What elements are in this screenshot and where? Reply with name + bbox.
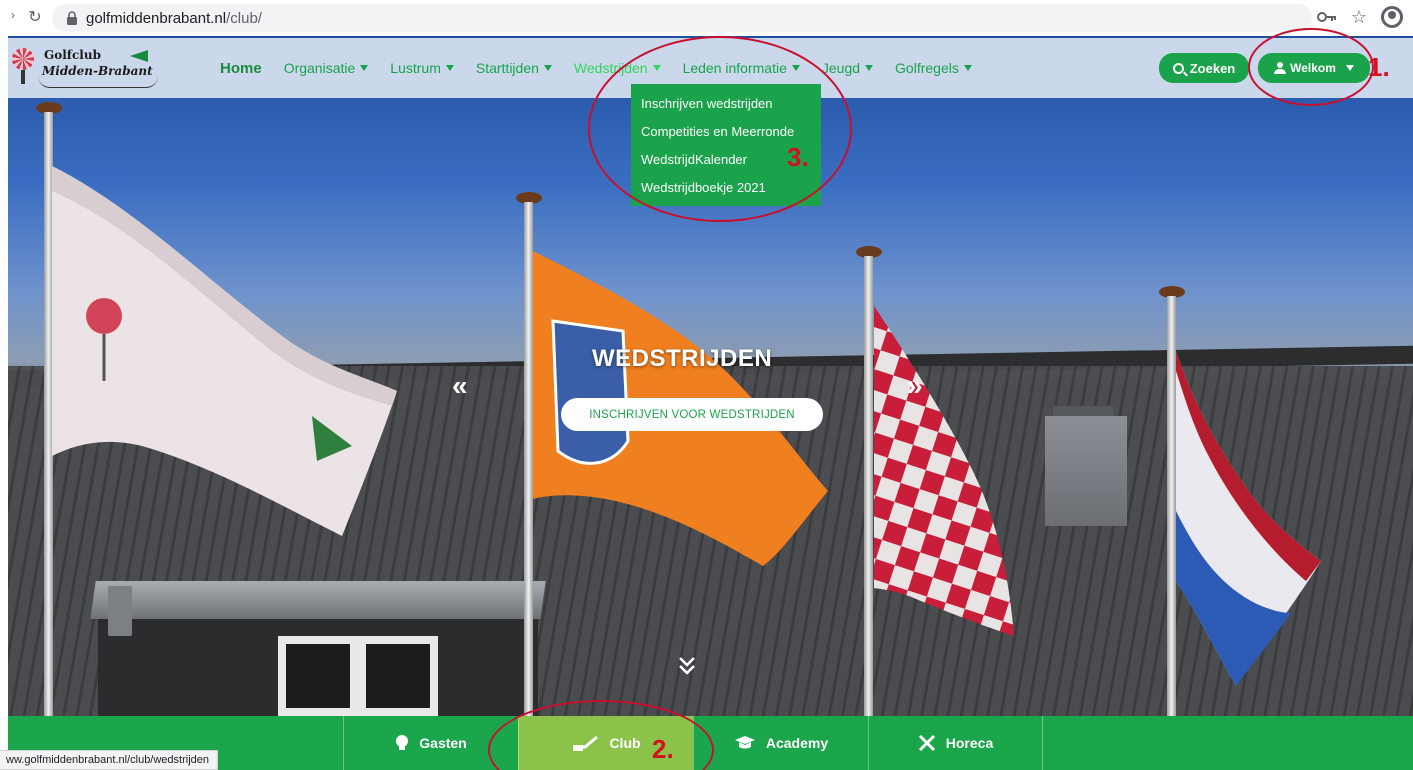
reload-icon[interactable]: ↻	[24, 7, 46, 27]
vent-pipe	[108, 586, 132, 636]
browser-toolbar: › ↻ golfmiddenbrabant.nl/club/ ☆	[0, 0, 1413, 36]
chimney	[1045, 416, 1127, 526]
site-logo[interactable]: Golfclub Midden-Brabant	[8, 42, 158, 92]
golf-tee-icon	[21, 70, 25, 84]
nav-home[interactable]: Home	[220, 60, 262, 77]
caret-down-icon	[963, 65, 972, 71]
annotation-number-2: 2.	[652, 734, 674, 764]
logo-swoosh	[38, 76, 158, 88]
club-flag	[52, 166, 397, 536]
logo-flag-icon	[130, 50, 148, 62]
profile-icon[interactable]	[1381, 6, 1403, 28]
flagpole	[524, 202, 533, 716]
star-icon[interactable]: ☆	[1351, 7, 1367, 28]
caret-down-icon	[360, 65, 369, 71]
scroll-down-icon[interactable]	[678, 656, 696, 676]
cutlery-icon	[918, 734, 935, 752]
annotation-number-1: 1.	[1368, 52, 1390, 82]
annotation-ellipse-1	[1248, 28, 1374, 106]
annotation-number-3: 3.	[787, 142, 809, 172]
hero-title: WEDSTRIJDEN	[592, 345, 773, 372]
carousel-next-icon[interactable]: »	[907, 370, 923, 402]
nav-jeugd[interactable]: Jeugd	[822, 60, 874, 76]
golf-ball-icon	[12, 48, 34, 70]
tab-label: Gasten	[419, 735, 467, 751]
caret-down-icon	[865, 65, 874, 71]
search-button-label: Zoeken	[1189, 60, 1236, 76]
address-bar[interactable]: golfmiddenbrabant.nl/club/	[52, 4, 1312, 32]
nav-starttijden[interactable]: Starttijden	[476, 60, 552, 76]
dutch-flag	[1176, 351, 1321, 686]
brabant-flag	[874, 306, 1014, 636]
search-button[interactable]: Zoeken	[1159, 53, 1249, 83]
flagpole	[864, 256, 873, 716]
tab-academy[interactable]: Academy	[693, 716, 868, 770]
annotation-ellipse-3	[588, 36, 852, 222]
url-text: golfmiddenbrabant.nl/club/	[86, 9, 262, 27]
dormer-window	[278, 636, 358, 716]
nav-organisatie[interactable]: Organisatie	[284, 60, 369, 76]
tab-label: Academy	[765, 735, 829, 751]
carousel-prev-icon[interactable]: «	[452, 370, 468, 402]
nav-lustrum[interactable]: Lustrum	[390, 60, 454, 76]
caret-down-icon	[445, 65, 454, 71]
status-bar-url: ww.golfmiddenbrabant.nl/club/wedstrijden	[0, 750, 219, 770]
tab-horeca[interactable]: Horeca	[868, 716, 1043, 770]
lightbulb-icon	[396, 735, 409, 750]
key-icon[interactable]	[1316, 11, 1337, 23]
nav-golfregels[interactable]: Golfregels	[895, 60, 972, 76]
search-icon	[1172, 62, 1184, 74]
flagpole	[1167, 296, 1176, 716]
logo-text-line1: Golfclub	[44, 48, 101, 62]
tab-label: Horeca	[945, 735, 994, 751]
browser-actions: ☆	[1316, 6, 1403, 28]
hero-cta-button[interactable]: INSCHRIJVEN VOOR WEDSTRIJDEN	[561, 398, 823, 431]
caret-down-icon	[543, 65, 552, 71]
forward-icon[interactable]: ›	[2, 8, 24, 22]
dormer-roof	[90, 581, 546, 619]
graduation-cap-icon	[734, 736, 755, 749]
dormer-window	[358, 636, 438, 716]
lock-icon	[67, 11, 77, 25]
